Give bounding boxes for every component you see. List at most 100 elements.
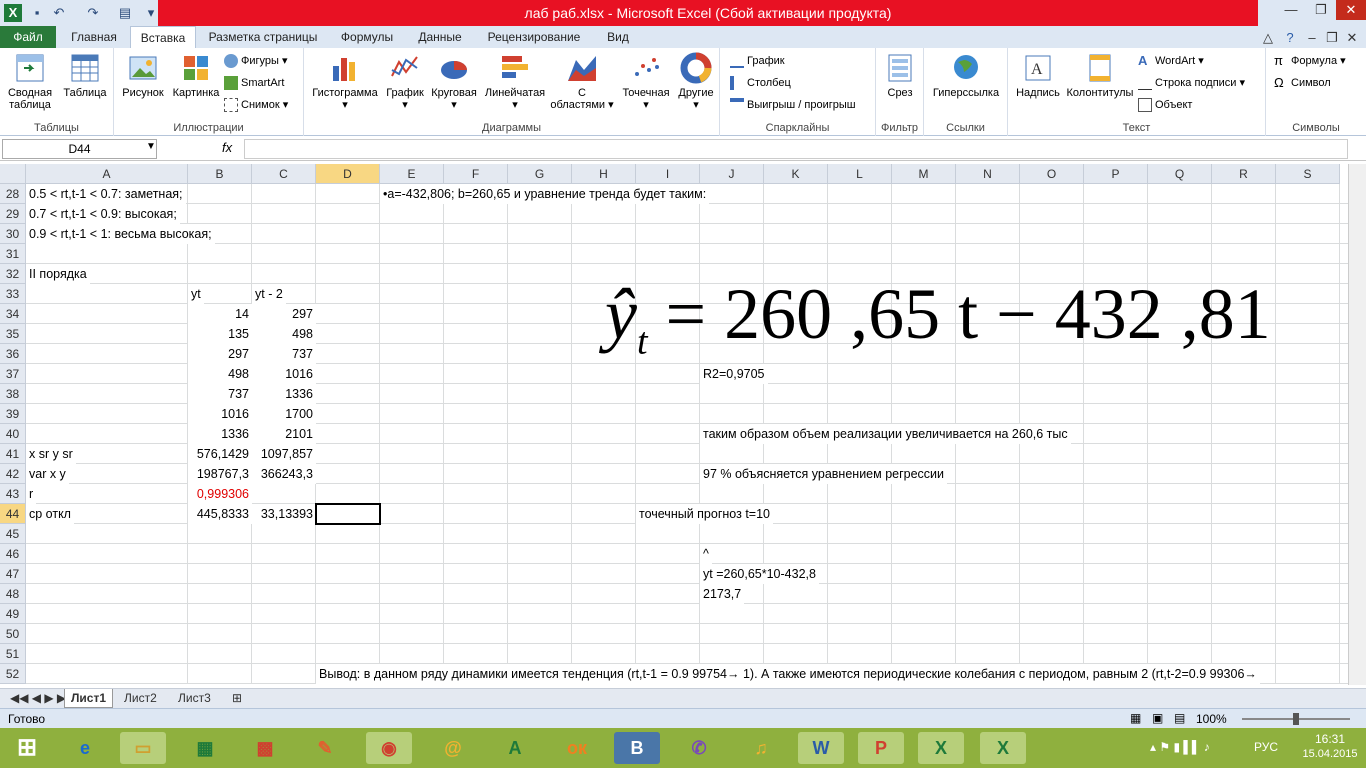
sheet-tab-3[interactable]: Лист3 [172,689,217,708]
slicer-button[interactable]: Срез [878,50,922,99]
row-header-38[interactable]: 38 [0,384,26,404]
sparkline-winloss-button[interactable]: Выигрыш / проигрыш [730,96,856,114]
row-header-43[interactable]: 43 [0,484,26,504]
odnoklassniki-icon[interactable]: ок [554,732,600,764]
clock-time[interactable]: 16:31 [1300,732,1360,746]
clock-date[interactable]: 15.04.2015 [1294,748,1366,760]
cell-c41[interactable]: 1097,857 [252,444,316,464]
cell-b37[interactable]: 498 [188,364,252,384]
music-app-icon[interactable]: ♫ [738,732,784,764]
cell-a32[interactable]: II порядка [26,264,90,284]
cell-a28[interactable]: 0.5 < rt,t-1 < 0.7: заметная; [26,184,186,204]
column-header-h[interactable]: H [572,164,636,184]
column-header-n[interactable]: N [956,164,1020,184]
picture-button[interactable]: Рисунок [118,50,168,99]
media-app-icon[interactable]: ✎ [302,732,348,764]
row-header-37[interactable]: 37 [0,364,26,384]
cell-c35[interactable]: 498 [252,324,316,344]
page-break-view-icon[interactable]: ▤ [1174,711,1185,725]
select-all-corner[interactable] [0,164,26,184]
vk-icon[interactable]: B [614,732,660,764]
insert-function-icon[interactable]: fx [222,140,232,155]
tab-data[interactable]: Данные [408,26,472,48]
shapes-button[interactable]: Фигуры ▾ [224,52,288,70]
cell-c34[interactable]: 297 [252,304,316,324]
textbox-button[interactable]: A Надпись [1012,50,1064,99]
cell-c39[interactable]: 1700 [252,404,316,424]
row-header-49[interactable]: 49 [0,604,26,624]
tab-page-layout[interactable]: Разметка страницы [200,26,326,48]
row-header-51[interactable]: 51 [0,644,26,664]
cell-b43[interactable]: 0,999306 [188,484,252,504]
cell-j40[interactable]: таким образом объем реализации увеличива… [700,424,1071,444]
column-header-p[interactable]: P [1084,164,1148,184]
cell-b42[interactable]: 198767,3 [188,464,252,484]
row-header-35[interactable]: 35 [0,324,26,344]
cell-b36[interactable]: 297 [188,344,252,364]
cell-c33[interactable]: yt - 2 [252,284,286,304]
row-header-42[interactable]: 42 [0,464,26,484]
row-header-28[interactable]: 28 [0,184,26,204]
hyperlink-button[interactable]: Гиперссылка [928,50,1004,99]
cell-c37[interactable]: 1016 [252,364,316,384]
powerpoint-icon[interactable]: P [858,732,904,764]
cell-b38[interactable]: 737 [188,384,252,404]
smartart-button[interactable]: SmartArt [224,74,284,92]
cell-i44[interactable]: точечный прогноз t=10 [636,504,773,524]
cell-c36[interactable]: 737 [252,344,316,364]
cell-a30[interactable]: 0.9 < rt,t-1 < 1: весьма высокая; [26,224,215,244]
row-header-52[interactable]: 52 [0,664,26,684]
tab-review[interactable]: Рецензирование [480,26,588,48]
restore-icon[interactable]: ❐ [1306,0,1336,20]
histogram-button[interactable]: Гистограмма ▾ [308,50,382,111]
vertical-scrollbar[interactable] [1348,164,1366,685]
row-header-31[interactable]: 31 [0,244,26,264]
new-sheet-icon[interactable]: ⊞ [226,689,248,708]
row-header-36[interactable]: 36 [0,344,26,364]
column-header-d[interactable]: D [316,164,380,184]
column-header-s[interactable]: S [1276,164,1340,184]
cell-b41[interactable]: 576,1429 [188,444,252,464]
cell-a43[interactable]: r [26,484,37,504]
cell-b35[interactable]: 135 [188,324,252,344]
object-button[interactable]: Объект [1138,96,1192,114]
area-chart-button[interactable]: С областями ▾ [550,50,614,111]
save-icon[interactable]: ▪ [28,4,46,22]
column-header-i[interactable]: I [636,164,700,184]
bar-chart-button[interactable]: Линейчатая ▾ [480,50,550,111]
header-footer-button[interactable]: Колонтитулы [1064,50,1136,99]
column-header-g[interactable]: G [508,164,572,184]
redo-icon[interactable]: ↷ [84,4,102,22]
column-header-a[interactable]: A [26,164,188,184]
cell-d52[interactable]: Вывод: в данном ряду динамики имеется те… [316,664,1260,684]
cell-a44[interactable]: ср откл [26,504,74,524]
doc-restore-icon[interactable]: ❐ [1322,28,1342,48]
equation-button[interactable]: π Формула ▾ [1274,52,1346,70]
language-indicator[interactable]: РУС [1254,740,1278,754]
line-chart-button[interactable]: График ▾ [382,50,428,111]
tab-file[interactable]: Файл [0,26,56,48]
row-header-39[interactable]: 39 [0,404,26,424]
cell-j48[interactable]: 2173,7 [700,584,745,604]
tab-insert[interactable]: Вставка [130,26,196,48]
row-header-40[interactable]: 40 [0,424,26,444]
row-header-30[interactable]: 30 [0,224,26,244]
column-header-r[interactable]: R [1212,164,1276,184]
excel-window-icon[interactable]: X [980,732,1026,764]
pivot-table-button[interactable]: Сводная таблица [4,50,56,111]
row-header-48[interactable]: 48 [0,584,26,604]
scatter-chart-button[interactable]: Точечная ▾ [616,50,676,111]
row-header-41[interactable]: 41 [0,444,26,464]
name-box[interactable]: D44 [2,139,157,159]
row-header-44[interactable]: 44 [0,504,26,524]
excel-icon[interactable]: X [4,4,22,22]
column-header-m[interactable]: M [892,164,956,184]
spreadsheet-grid[interactable]: A B C D E F G H I J K L M N O P Q R S 28 29 30 31 32 33 34 35 36 37 3… [0,164,1348,685]
screenshot-button[interactable]: Снимок ▾ [224,96,288,114]
name-box-dropdown-icon[interactable]: ▼ [146,141,156,152]
sheet-tab-2[interactable]: Лист2 [118,689,163,708]
row-header-47[interactable]: 47 [0,564,26,584]
word-icon[interactable]: W [798,732,844,764]
column-header-c[interactable]: C [252,164,316,184]
page-layout-view-icon[interactable]: ▣ [1152,711,1163,725]
